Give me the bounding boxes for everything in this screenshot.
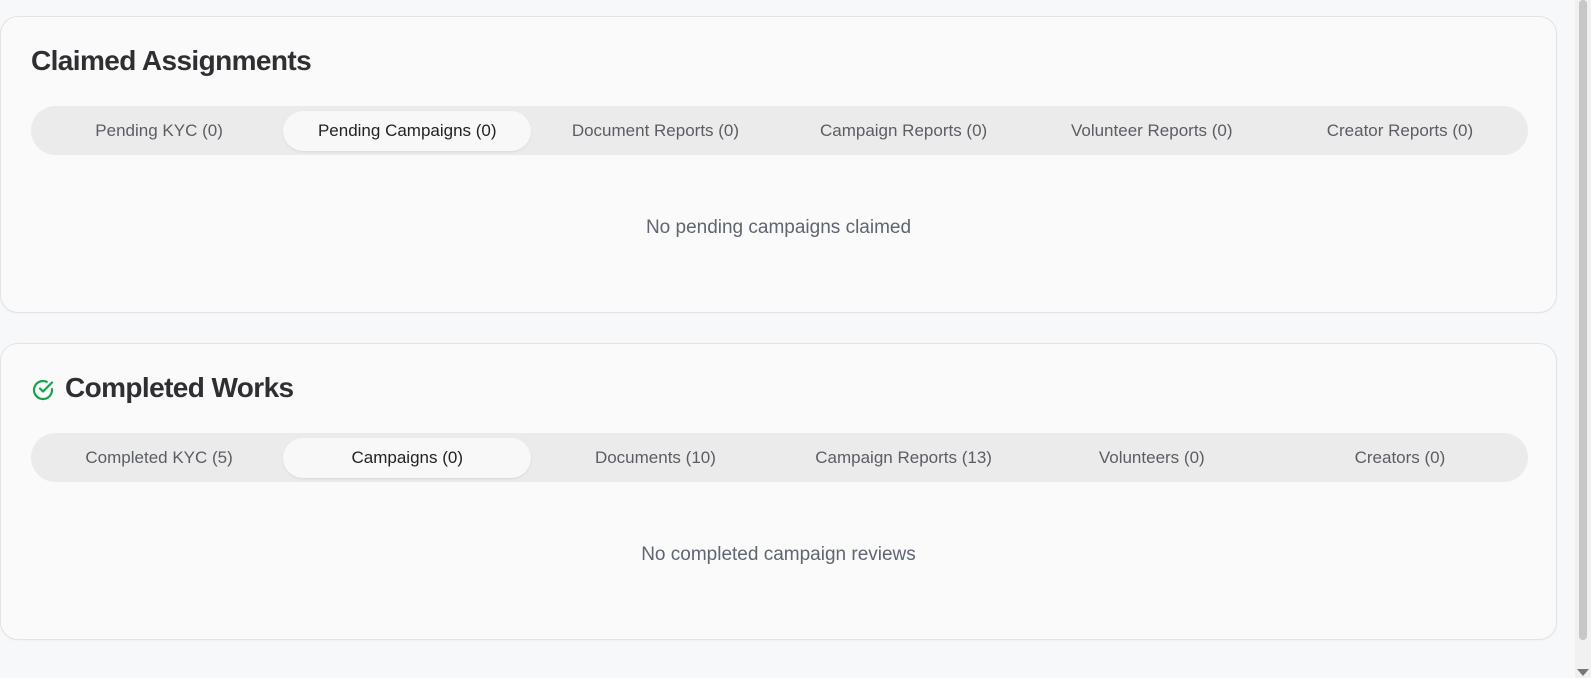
- completed-tabs: Completed KYC (5) Campaigns (0) Document…: [31, 433, 1528, 482]
- tab-completed-kyc[interactable]: Completed KYC (5): [35, 438, 283, 478]
- claimed-assignments-title: Claimed Assignments: [31, 45, 312, 77]
- completed-works-title-text: Completed Works: [65, 372, 294, 403]
- vertical-scrollbar[interactable]: [1575, 0, 1591, 678]
- tab-document-reports[interactable]: Document Reports (0): [531, 111, 779, 151]
- tab-pending-campaigns[interactable]: Pending Campaigns (0): [283, 110, 532, 151]
- tab-campaign-reports[interactable]: Campaign Reports (0): [780, 111, 1028, 151]
- claimed-empty-message: No pending campaigns claimed: [645, 217, 912, 238]
- check-circle-icon: [31, 377, 55, 401]
- tab-creator-reports[interactable]: Creator Reports (0): [1276, 111, 1524, 151]
- tab-campaigns[interactable]: Campaigns (0): [283, 437, 532, 478]
- claimed-assignments-card: Claimed Assignments Pending KYC (0) Pend…: [0, 16, 1557, 313]
- tab-documents[interactable]: Documents (10): [531, 438, 779, 478]
- tab-volunteers[interactable]: Volunteers (0): [1028, 438, 1276, 478]
- tab-completed-campaign-reports[interactable]: Campaign Reports (13): [780, 438, 1028, 478]
- tab-pending-kyc[interactable]: Pending KYC (0): [35, 111, 283, 151]
- scroll-down-arrow-icon[interactable]: [1577, 669, 1589, 676]
- completed-works-card: Completed Works Completed KYC (5) Campai…: [0, 343, 1557, 640]
- completed-empty-message: No completed campaign reviews: [641, 544, 916, 565]
- claimed-tabs: Pending KYC (0) Pending Campaigns (0) Do…: [31, 106, 1528, 155]
- tab-volunteer-reports[interactable]: Volunteer Reports (0): [1028, 111, 1276, 151]
- tab-creators[interactable]: Creators (0): [1276, 438, 1524, 478]
- completed-works-title: Completed Works: [31, 372, 294, 404]
- claimed-assignments-title-text: Claimed Assignments: [31, 45, 312, 76]
- scrollbar-thumb[interactable]: [1579, 0, 1587, 640]
- page: Claimed Assignments Pending KYC (0) Pend…: [0, 0, 1591, 678]
